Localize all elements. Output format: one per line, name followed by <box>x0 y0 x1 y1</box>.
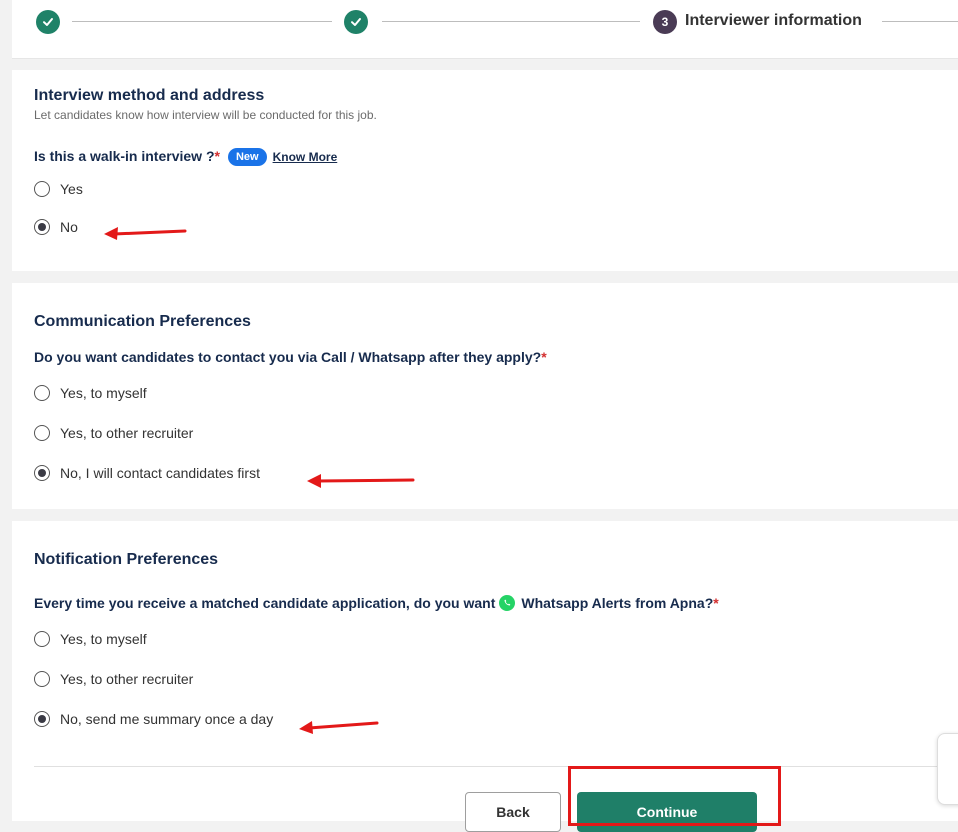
radio-button-selected[interactable] <box>34 711 50 727</box>
radio-button[interactable] <box>34 631 50 647</box>
radio-button[interactable] <box>34 671 50 687</box>
whatsapp-icon <box>499 595 516 611</box>
annotation-arrow-icon <box>307 474 415 488</box>
progress-stepper: 3 Interviewer information <box>12 0 958 59</box>
annotation-highlight-box <box>568 766 781 826</box>
section-title: Notification Preferences <box>34 551 219 568</box>
step-3-label: Interviewer information <box>685 12 862 29</box>
option-label: Yes <box>60 181 83 197</box>
step-1-complete-check-icon <box>36 10 60 34</box>
alert-option-summary[interactable]: No, send me summary once a day <box>34 711 273 727</box>
radio-button-selected[interactable] <box>34 219 50 235</box>
question-text-suffix: Whatsapp Alerts from Apna? <box>521 595 714 611</box>
contact-option-myself[interactable]: Yes, to myself <box>34 385 147 401</box>
required-mark: * <box>214 148 220 164</box>
notification-preferences-card: Notification Preferences Every time you … <box>12 521 958 755</box>
question-text: Every time you receive a matched candida… <box>34 595 496 611</box>
walk-in-option-yes[interactable]: Yes <box>34 181 83 197</box>
required-mark: * <box>541 349 547 365</box>
step-3-number: 3 <box>653 10 677 34</box>
annotation-arrow-icon <box>299 721 379 734</box>
divider <box>34 766 958 767</box>
alert-option-other-recruiter[interactable]: Yes, to other recruiter <box>34 671 193 687</box>
required-mark: * <box>713 595 719 611</box>
step-connector <box>382 21 640 22</box>
option-label: No, I will contact candidates first <box>60 465 260 481</box>
section-title: Communication Preferences <box>34 313 251 330</box>
annotation-arrow-icon <box>104 227 187 240</box>
form-footer: Back Continue <box>12 755 958 832</box>
question-text: Do you want candidates to contact you vi… <box>34 349 542 365</box>
step-connector <box>882 21 958 22</box>
whatsapp-alerts-question: Every time you receive a matched candida… <box>34 595 719 611</box>
radio-button-selected[interactable] <box>34 465 50 481</box>
option-label: No, send me summary once a day <box>60 711 274 727</box>
section-title: Interview method and address <box>34 87 265 104</box>
contact-option-other-recruiter[interactable]: Yes, to other recruiter <box>34 425 193 441</box>
walk-in-question: Is this a walk-in interview ?* New Know Mo… <box>34 148 337 166</box>
radio-button[interactable] <box>34 181 50 197</box>
contact-question: Do you want candidates to contact you vi… <box>34 349 547 365</box>
radio-button[interactable] <box>34 425 50 441</box>
option-label: Yes, to other recruiter <box>60 671 194 687</box>
contact-option-no[interactable]: No, I will contact candidates first <box>34 465 260 481</box>
option-label: Yes, to myself <box>60 385 147 401</box>
walk-in-option-no[interactable]: No <box>34 219 78 235</box>
back-button[interactable]: Back <box>465 792 561 832</box>
new-badge: New <box>227 148 267 166</box>
floating-side-widget[interactable] <box>937 733 958 805</box>
radio-button[interactable] <box>34 385 50 401</box>
option-label: Yes, to other recruiter <box>60 425 194 441</box>
option-label: Yes, to myself <box>60 631 147 647</box>
option-label: No <box>60 219 78 235</box>
question-text: Is this a walk-in interview ? <box>34 148 215 164</box>
know-more-link[interactable]: Know More <box>273 150 338 164</box>
step-connector <box>72 21 332 22</box>
section-subtitle: Let candidates know how interview will b… <box>34 108 377 122</box>
alert-option-myself[interactable]: Yes, to myself <box>34 631 147 647</box>
step-2-complete-check-icon <box>344 10 368 34</box>
communication-preferences-card: Communication Preferences Do you want ca… <box>12 283 958 509</box>
